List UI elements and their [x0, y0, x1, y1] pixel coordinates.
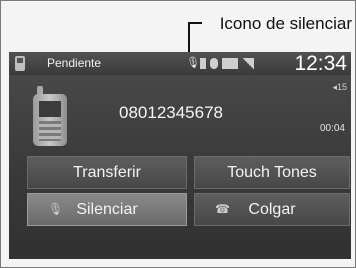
hang-up-button[interactable]: ☎ Colgar: [194, 193, 350, 226]
touch-tones-button[interactable]: Touch Tones: [194, 156, 350, 189]
status-bar: Pendiente 🎙 12:34: [9, 52, 351, 75]
clock: 12:34: [294, 52, 347, 75]
phone-icon: [15, 56, 25, 71]
mute-button-label: Silenciar: [76, 201, 138, 218]
mute-icon: 🎙: [186, 57, 200, 69]
mute-icon-callout: Icono de silenciar: [219, 14, 352, 33]
signal-icon: [242, 58, 254, 69]
callout-leader-tick: [188, 22, 202, 24]
transfer-button[interactable]: Transferir: [27, 156, 187, 189]
volume-level: ◂15: [332, 82, 347, 92]
phone-call-screen: Pendiente 🎙 12:34 08012345678 ◂15 00:04 …: [9, 52, 351, 259]
battery-icon: [222, 58, 238, 69]
mute-button-icon: 🎙: [48, 202, 64, 216]
callout-leader-line: [188, 22, 190, 52]
status-title: Pendiente: [47, 56, 102, 70]
mobile-phone-icon: [33, 86, 67, 146]
caller-number: 08012345678: [119, 103, 224, 122]
bluetooth-icon: [200, 58, 206, 69]
status-icons: 🎙: [186, 57, 266, 70]
hang-up-label: Colgar: [248, 201, 296, 218]
mute-button[interactable]: 🎙 Silenciar: [27, 193, 187, 226]
voicemail-icon: [210, 58, 218, 69]
hang-up-icon: ☎: [215, 202, 230, 216]
call-duration: 00:04: [319, 123, 345, 134]
